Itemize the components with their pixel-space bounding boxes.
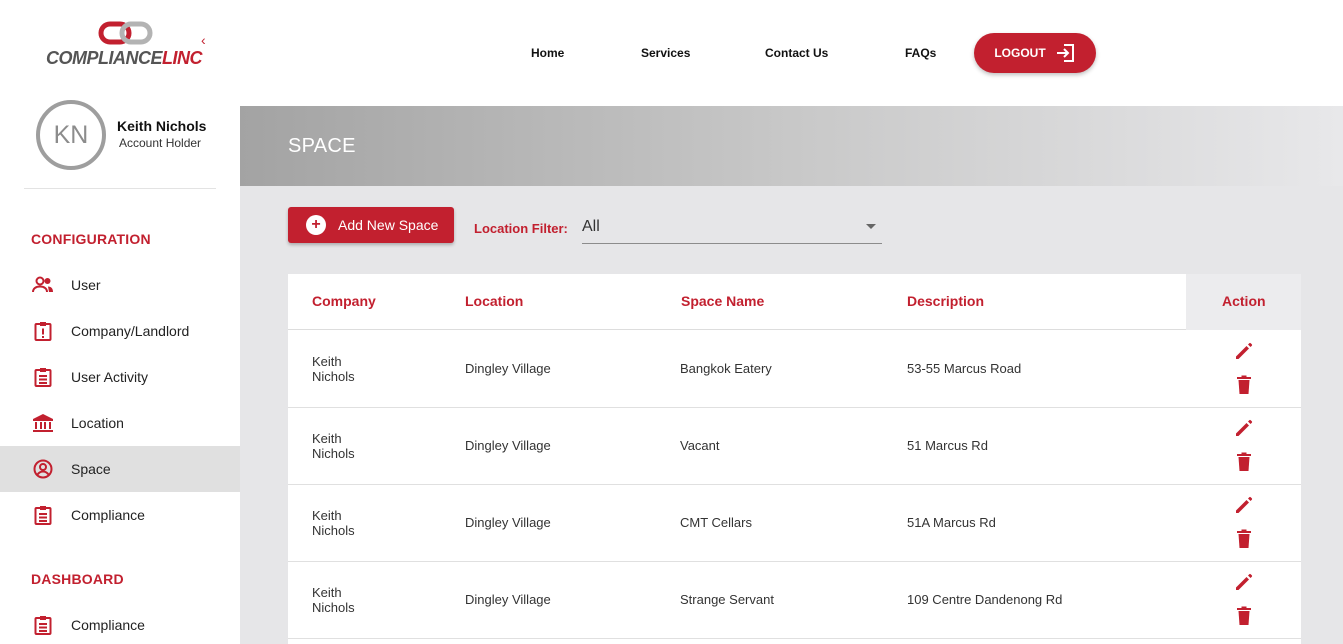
logo-wordmark-part1: COMPLIANCE (46, 48, 163, 68)
top-header: Home Services Contact Us FAQs LOGOUT (240, 0, 1343, 106)
nav-link-services[interactable]: Services (641, 46, 690, 60)
alert-clipboard-icon (32, 320, 54, 342)
profile-role: Account Holder (119, 136, 202, 150)
main-content: SPACE + Add New Space Location Filter: A… (240, 106, 1343, 644)
nav-link-contact-us[interactable]: Contact Us (765, 46, 828, 60)
configuration-section-title: CONFIGURATION (31, 231, 151, 247)
add-new-space-label: Add New Space (338, 217, 439, 233)
logo-wordmark: COMPLIANCELINC (46, 48, 203, 69)
column-header-space-name[interactable]: Space Name (681, 293, 764, 309)
table-row: Keith Nichols Dingley Village Strange Se… (288, 562, 1301, 639)
logout-label: LOGOUT (994, 46, 1046, 60)
collapse-sidebar-chevron-icon[interactable]: ‹ (201, 32, 206, 48)
space-name-cell: Strange Servant (680, 592, 774, 607)
nav-link-faqs[interactable]: FAQs (905, 46, 936, 60)
delete-trash-icon[interactable] (1232, 373, 1256, 397)
description-cell: 51 Marcus Rd (907, 438, 988, 453)
sidebar-item-label: Compliance (71, 617, 145, 633)
edit-pencil-icon[interactable] (1232, 493, 1256, 517)
sidebar: COMPLIANCELINC ‹ KN Keith Nichols Accoun… (0, 0, 240, 644)
clipboard-list-icon (32, 366, 54, 388)
page-banner: SPACE (240, 106, 1343, 186)
edit-pencil-icon[interactable] (1232, 416, 1256, 440)
location-filter-label: Location Filter: (474, 221, 568, 236)
company-last: Nichols (312, 369, 355, 384)
chain-link-logo-icon (98, 21, 153, 45)
edit-pencil-icon[interactable] (1232, 339, 1256, 363)
location-cell: Dingley Village (465, 515, 551, 530)
company-first: Keith (312, 431, 342, 446)
location-cell: Dingley Village (465, 592, 551, 607)
description-cell: 51A Marcus Rd (907, 515, 996, 530)
sidebar-item-company-landlord[interactable]: Company/Landlord (0, 308, 240, 354)
sidebar-item-user[interactable]: User (0, 262, 240, 308)
column-header-company[interactable]: Company (312, 293, 376, 309)
logout-icon (1056, 44, 1074, 62)
sidebar-item-compliance[interactable]: Compliance (0, 492, 240, 538)
company-cell: Keith Nichols (312, 585, 372, 615)
company-last: Nichols (312, 446, 355, 461)
table-header: Company Location Space Name Description … (288, 274, 1301, 330)
column-header-action: Action (1222, 293, 1266, 309)
description-cell: 53-55 Marcus Road (907, 361, 1022, 376)
sidebar-item-label: Compliance (71, 507, 145, 523)
clipboard-list-icon (32, 504, 54, 526)
sidebar-item-label: User (71, 277, 101, 293)
spaces-table: Company Location Space Name Description … (288, 274, 1301, 644)
page-title: SPACE (288, 135, 356, 157)
compliancelinc-logo[interactable]: COMPLIANCELINC (46, 20, 203, 70)
company-last: Nichols (312, 523, 355, 538)
company-first: Keith (312, 585, 342, 600)
company-last: Nichols (312, 600, 355, 615)
logo-wordmark-part2: LINC (162, 48, 203, 68)
table-row: Keith Nichols Dingley Village Vacant 51 … (288, 408, 1301, 485)
company-first: Keith (312, 354, 342, 369)
company-cell: Keith Nichols (312, 431, 372, 461)
column-header-description[interactable]: Description (907, 293, 984, 309)
sidebar-item-label: Space (71, 461, 111, 477)
dashboard-section-title: DASHBOARD (31, 571, 124, 587)
delete-trash-icon[interactable] (1232, 604, 1256, 628)
nav-link-home[interactable]: Home (531, 46, 564, 60)
sidebar-item-label: User Activity (71, 369, 149, 385)
sidebar-item-user-activity[interactable]: User Activity (0, 354, 240, 400)
table-row: Keith Nichols Dingley Village Bangkok Ea… (288, 331, 1301, 408)
users-icon (32, 274, 54, 296)
company-first: Keith (312, 508, 342, 523)
delete-trash-icon[interactable] (1232, 450, 1256, 474)
sidebar-item-dashboard-compliance[interactable]: Compliance (0, 602, 240, 644)
sidebar-item-label: Company/Landlord (71, 323, 190, 339)
description-cell: 109 Centre Dandenong Rd (907, 592, 1063, 607)
space-name-cell: CMT Cellars (680, 515, 752, 530)
sidebar-item-label: Location (71, 415, 124, 431)
account-circle-icon (32, 458, 54, 480)
company-cell: Keith Nichols (312, 508, 372, 538)
space-name-cell: Bangkok Eatery (680, 361, 772, 376)
company-cell: Keith Nichols (312, 354, 372, 384)
table-row: Keith Nichols Dingley Village CMT Cellar… (288, 485, 1301, 562)
column-header-location[interactable]: Location (465, 293, 523, 309)
location-cell: Dingley Village (465, 438, 551, 453)
clipboard-list-icon (32, 614, 54, 636)
bank-icon (32, 412, 54, 434)
location-filter-select[interactable]: All (582, 214, 882, 244)
location-filter-value: All (582, 218, 600, 235)
add-new-space-button[interactable]: + Add New Space (288, 207, 454, 243)
dropdown-arrow-icon (866, 224, 876, 229)
profile-card: KN Keith Nichols Account Holder (24, 100, 216, 189)
location-cell: Dingley Village (465, 361, 551, 376)
avatar: KN (36, 100, 106, 170)
edit-pencil-icon[interactable] (1232, 570, 1256, 594)
delete-trash-icon[interactable] (1232, 527, 1256, 551)
profile-name: Keith Nichols (117, 118, 207, 134)
sidebar-item-location[interactable]: Location (0, 400, 240, 446)
sidebar-item-space[interactable]: Space (0, 446, 240, 492)
space-name-cell: Vacant (680, 438, 720, 453)
logout-button[interactable]: LOGOUT (974, 33, 1096, 73)
plus-circle-icon: + (306, 215, 326, 235)
